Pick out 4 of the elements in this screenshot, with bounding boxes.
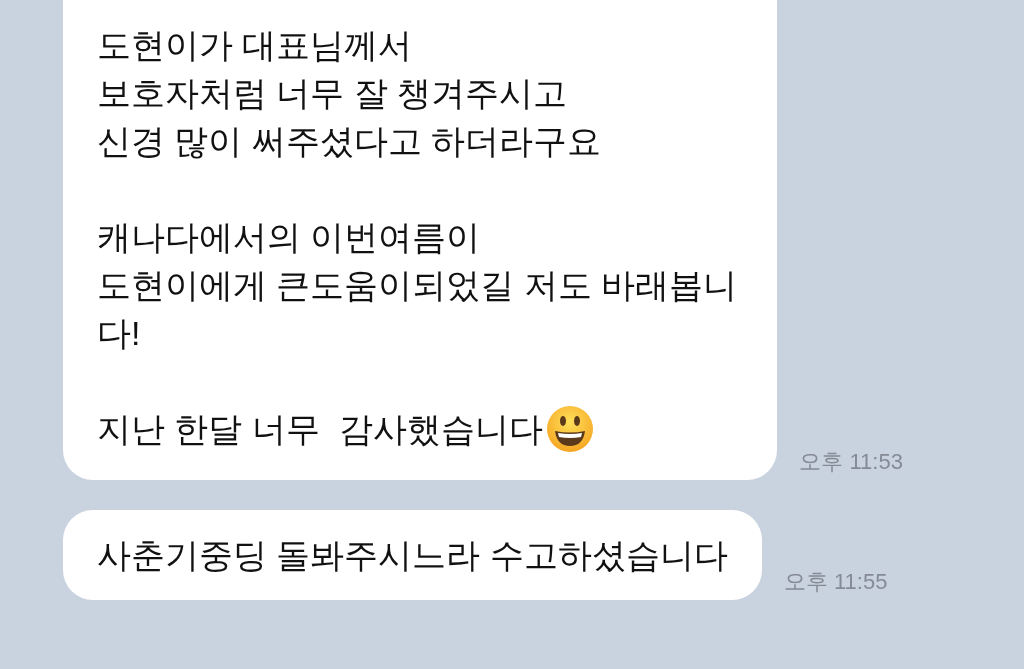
- message-text: 도현이가 대표님께서 보호자처럼 너무 잘 챙겨주시고 신경 많이 써주셨다고 하더라구요 캐나다에서의 이번여름이 도현이에게 큰도움이되었길 저도 바래봅니 다! 지난 한달 너무 감사했습니다: [97, 21, 738, 454]
- message-time: 오후 11:53: [799, 448, 903, 476]
- message-time: 오후 11:55: [783, 568, 888, 596]
- message-text: 사춘기중딩 돌봐주시느라 수고하셨습니다: [97, 535, 728, 576]
